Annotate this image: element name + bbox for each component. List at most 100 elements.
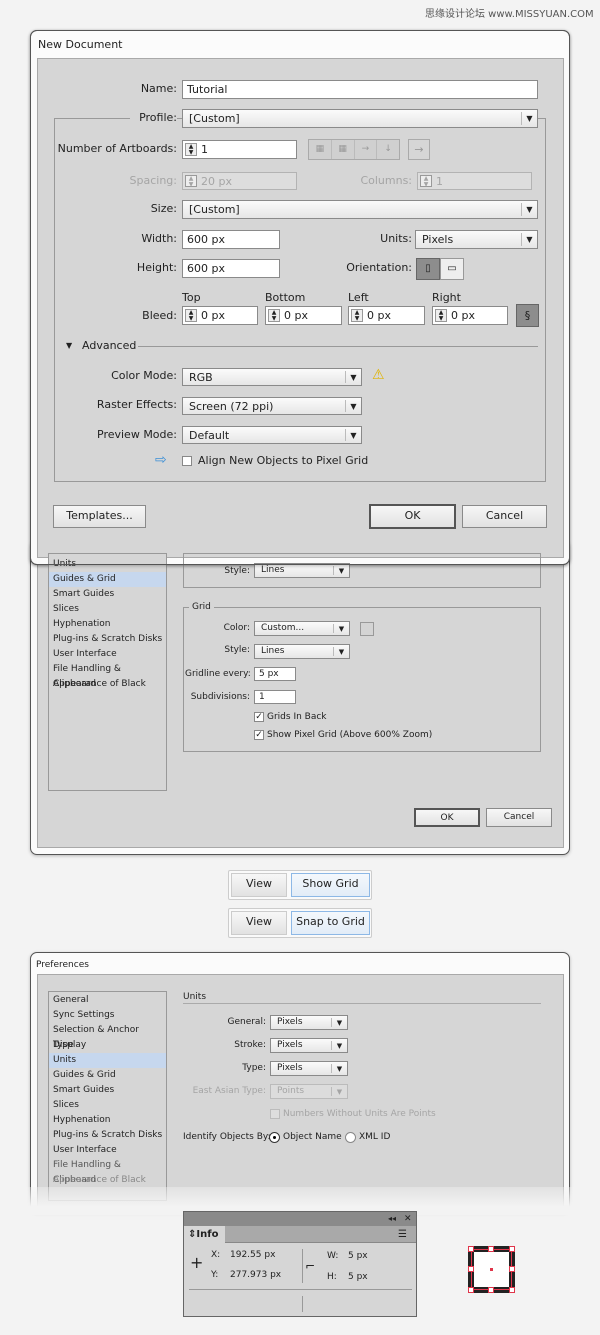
sidebar-item-type[interactable]: Type <box>49 1038 166 1053</box>
color-mode-select[interactable]: RGB ▼ <box>182 368 362 386</box>
sidebar-item-smart-guides[interactable]: Smart Guides <box>49 587 166 602</box>
info-panel: ◂◂ ✕ ⇕Info ☰ + X: 192.55 px Y: 277.973 p… <box>183 1211 417 1317</box>
sidebar-item-guides-grid[interactable]: Guides & Grid <box>49 572 166 587</box>
guides-style-select[interactable]: Lines ▼ <box>254 563 350 578</box>
divider <box>138 346 538 347</box>
sidebar-item-plugins[interactable]: Plug-ins & Scratch Disks <box>49 1128 166 1143</box>
chevron-down-icon: ▼ <box>345 400 361 412</box>
spinner-icon[interactable]: ▲ ▼ <box>268 309 280 322</box>
arrange-by-row-icon[interactable]: → <box>355 140 378 159</box>
sidebar-item-appearance-black[interactable]: Appearance of Black <box>49 1173 166 1188</box>
bleed-bottom-input[interactable]: ▲ ▼ 0 px <box>265 306 342 325</box>
info-tab[interactable]: ⇕Info <box>184 1226 225 1244</box>
grids-in-back-checkbox[interactable]: ✓ <box>254 712 264 722</box>
sidebar-item-general[interactable]: General <box>49 993 166 1008</box>
height-input[interactable]: 600 px <box>182 259 280 278</box>
raster-effects-select[interactable]: Screen (72 ppi) ▼ <box>182 397 362 415</box>
sidebar-item-guides-grid[interactable]: Guides & Grid <box>49 1068 166 1083</box>
sidebar-item-units[interactable]: Units <box>49 1053 166 1068</box>
sidebar-item-user-interface[interactable]: User Interface <box>49 647 166 662</box>
chevron-down-icon: ▼ <box>331 1064 347 1073</box>
object-name-label[interactable]: Object Name <box>283 1130 342 1144</box>
stroke-units-value: Pixels <box>277 1040 303 1050</box>
stroke-units-select[interactable]: Pixels ▼ <box>270 1038 348 1053</box>
name-input[interactable]: Tutorial <box>182 80 538 99</box>
sidebar-item-selection[interactable]: Selection & Anchor Display <box>49 1023 166 1050</box>
spacing-label: Spacing: <box>129 174 177 187</box>
cancel-button[interactable]: Cancel <box>462 505 547 528</box>
spinner-icon[interactable]: ▲ ▼ <box>351 309 363 322</box>
spinner-icon[interactable]: ▲ ▼ <box>185 143 197 156</box>
grids-in-back-label[interactable]: Grids In Back <box>267 710 327 724</box>
sidebar-item-user-interface[interactable]: User Interface <box>49 1143 166 1158</box>
object-name-radio[interactable] <box>269 1132 280 1143</box>
landscape-orientation-button[interactable]: ▭ <box>440 258 464 280</box>
sidebar-item-file-handling[interactable]: File Handling & Clipboard <box>49 1158 166 1185</box>
sidebar-item-units[interactable]: Units <box>49 557 166 572</box>
units-select[interactable]: Pixels ▼ <box>415 230 538 249</box>
sidebar-item-hyphenation[interactable]: Hyphenation <box>49 1113 166 1128</box>
artboards-input[interactable]: ▲ ▼ 1 <box>182 140 297 159</box>
subdivisions-input[interactable]: 1 <box>254 690 296 704</box>
collapse-icon[interactable]: ◂◂ <box>388 1212 396 1226</box>
show-grid-menu-item[interactable]: Show Grid <box>291 873 370 897</box>
preview-mode-select[interactable]: Default ▼ <box>182 426 362 444</box>
numbers-points-checkbox[interactable] <box>270 1109 280 1119</box>
grid-color-select[interactable]: Custom... ▼ <box>254 621 350 636</box>
sidebar-item-smart-guides[interactable]: Smart Guides <box>49 1083 166 1098</box>
spinner-icon[interactable]: ▲ ▼ <box>185 175 197 188</box>
link-bleed-button[interactable]: § <box>516 304 539 327</box>
east-asian-value: Points <box>277 1086 305 1096</box>
artboard-layout-buttons[interactable]: ▦ ▦ → ↓ <box>308 139 400 160</box>
panel-menu-icon[interactable]: ☰ <box>398 1228 407 1242</box>
xml-id-label[interactable]: XML ID <box>359 1130 390 1144</box>
bleed-left-input[interactable]: ▲ ▼ 0 px <box>348 306 425 325</box>
spinner-icon[interactable]: ▲ ▼ <box>420 175 432 188</box>
arrange-by-column-icon[interactable]: ↓ <box>377 140 399 159</box>
sidebar-item-appearance-black[interactable]: Appearance of Black <box>49 677 166 692</box>
close-icon[interactable]: ✕ <box>404 1212 412 1226</box>
sidebar-item-plugins[interactable]: Plug-ins & Scratch Disks <box>49 632 166 647</box>
sidebar-item-hyphenation[interactable]: Hyphenation <box>49 617 166 632</box>
bleed-right-input[interactable]: ▲ ▼ 0 px <box>432 306 508 325</box>
view-menu[interactable]: View <box>231 911 287 935</box>
prefs-cancel-button[interactable]: Cancel <box>486 808 552 827</box>
grid-color-swatch[interactable] <box>360 622 374 636</box>
size-select[interactable]: [Custom] ▼ <box>182 200 538 219</box>
portrait-orientation-button[interactable]: ▯ <box>416 258 440 280</box>
sidebar-item-sync[interactable]: Sync Settings <box>49 1008 166 1023</box>
grid-by-column-icon[interactable]: ▦ <box>332 140 355 159</box>
sidebar-item-slices[interactable]: Slices <box>49 1098 166 1113</box>
sidebar-item-slices[interactable]: Slices <box>49 602 166 617</box>
advanced-toggle[interactable]: Advanced <box>82 339 136 353</box>
collapse-triangle-icon[interactable]: ▼ <box>66 339 72 353</box>
width-input[interactable]: 600 px <box>182 230 280 249</box>
spinner-icon[interactable]: ▲ ▼ <box>185 309 197 322</box>
orientation-label: Orientation: <box>346 261 412 274</box>
templates-button[interactable]: Templates... <box>53 505 146 528</box>
spinner-icon[interactable]: ▲ ▼ <box>435 309 447 322</box>
grid-style-select[interactable]: Lines ▼ <box>254 644 350 659</box>
columns-input[interactable]: ▲ ▼ 1 <box>417 172 532 190</box>
align-pixel-grid-checkbox[interactable] <box>182 456 192 466</box>
snap-to-grid-menu-item[interactable]: Snap to Grid <box>291 911 370 935</box>
ok-button[interactable]: OK <box>369 504 456 529</box>
bleed-top-input[interactable]: ▲ ▼ 0 px <box>182 306 258 325</box>
right-to-left-icon[interactable]: → <box>408 139 430 160</box>
xml-id-radio[interactable] <box>345 1132 356 1143</box>
align-pixel-grid-label[interactable]: Align New Objects to Pixel Grid <box>198 454 368 468</box>
show-pixel-grid-checkbox[interactable]: ✓ <box>254 730 264 740</box>
east-asian-select[interactable]: Points ▼ <box>270 1084 348 1099</box>
units-value: Pixels <box>422 233 454 246</box>
spacing-input[interactable]: ▲ ▼ 20 px <box>182 172 297 190</box>
type-units-select[interactable]: Pixels ▼ <box>270 1061 348 1076</box>
prefs-ok-button[interactable]: OK <box>414 808 480 827</box>
view-menu[interactable]: View <box>231 873 287 897</box>
sidebar-item-file-handling[interactable]: File Handling & Clipboard <box>49 662 166 689</box>
profile-select[interactable]: [Custom] ▼ <box>182 109 538 128</box>
panel-titlebar[interactable]: ◂◂ ✕ <box>184 1212 416 1226</box>
grid-by-row-icon[interactable]: ▦ <box>309 140 332 159</box>
gridline-input[interactable]: 5 px <box>254 667 296 681</box>
general-units-select[interactable]: Pixels ▼ <box>270 1015 348 1030</box>
show-pixel-grid-label[interactable]: Show Pixel Grid (Above 600% Zoom) <box>267 728 432 742</box>
